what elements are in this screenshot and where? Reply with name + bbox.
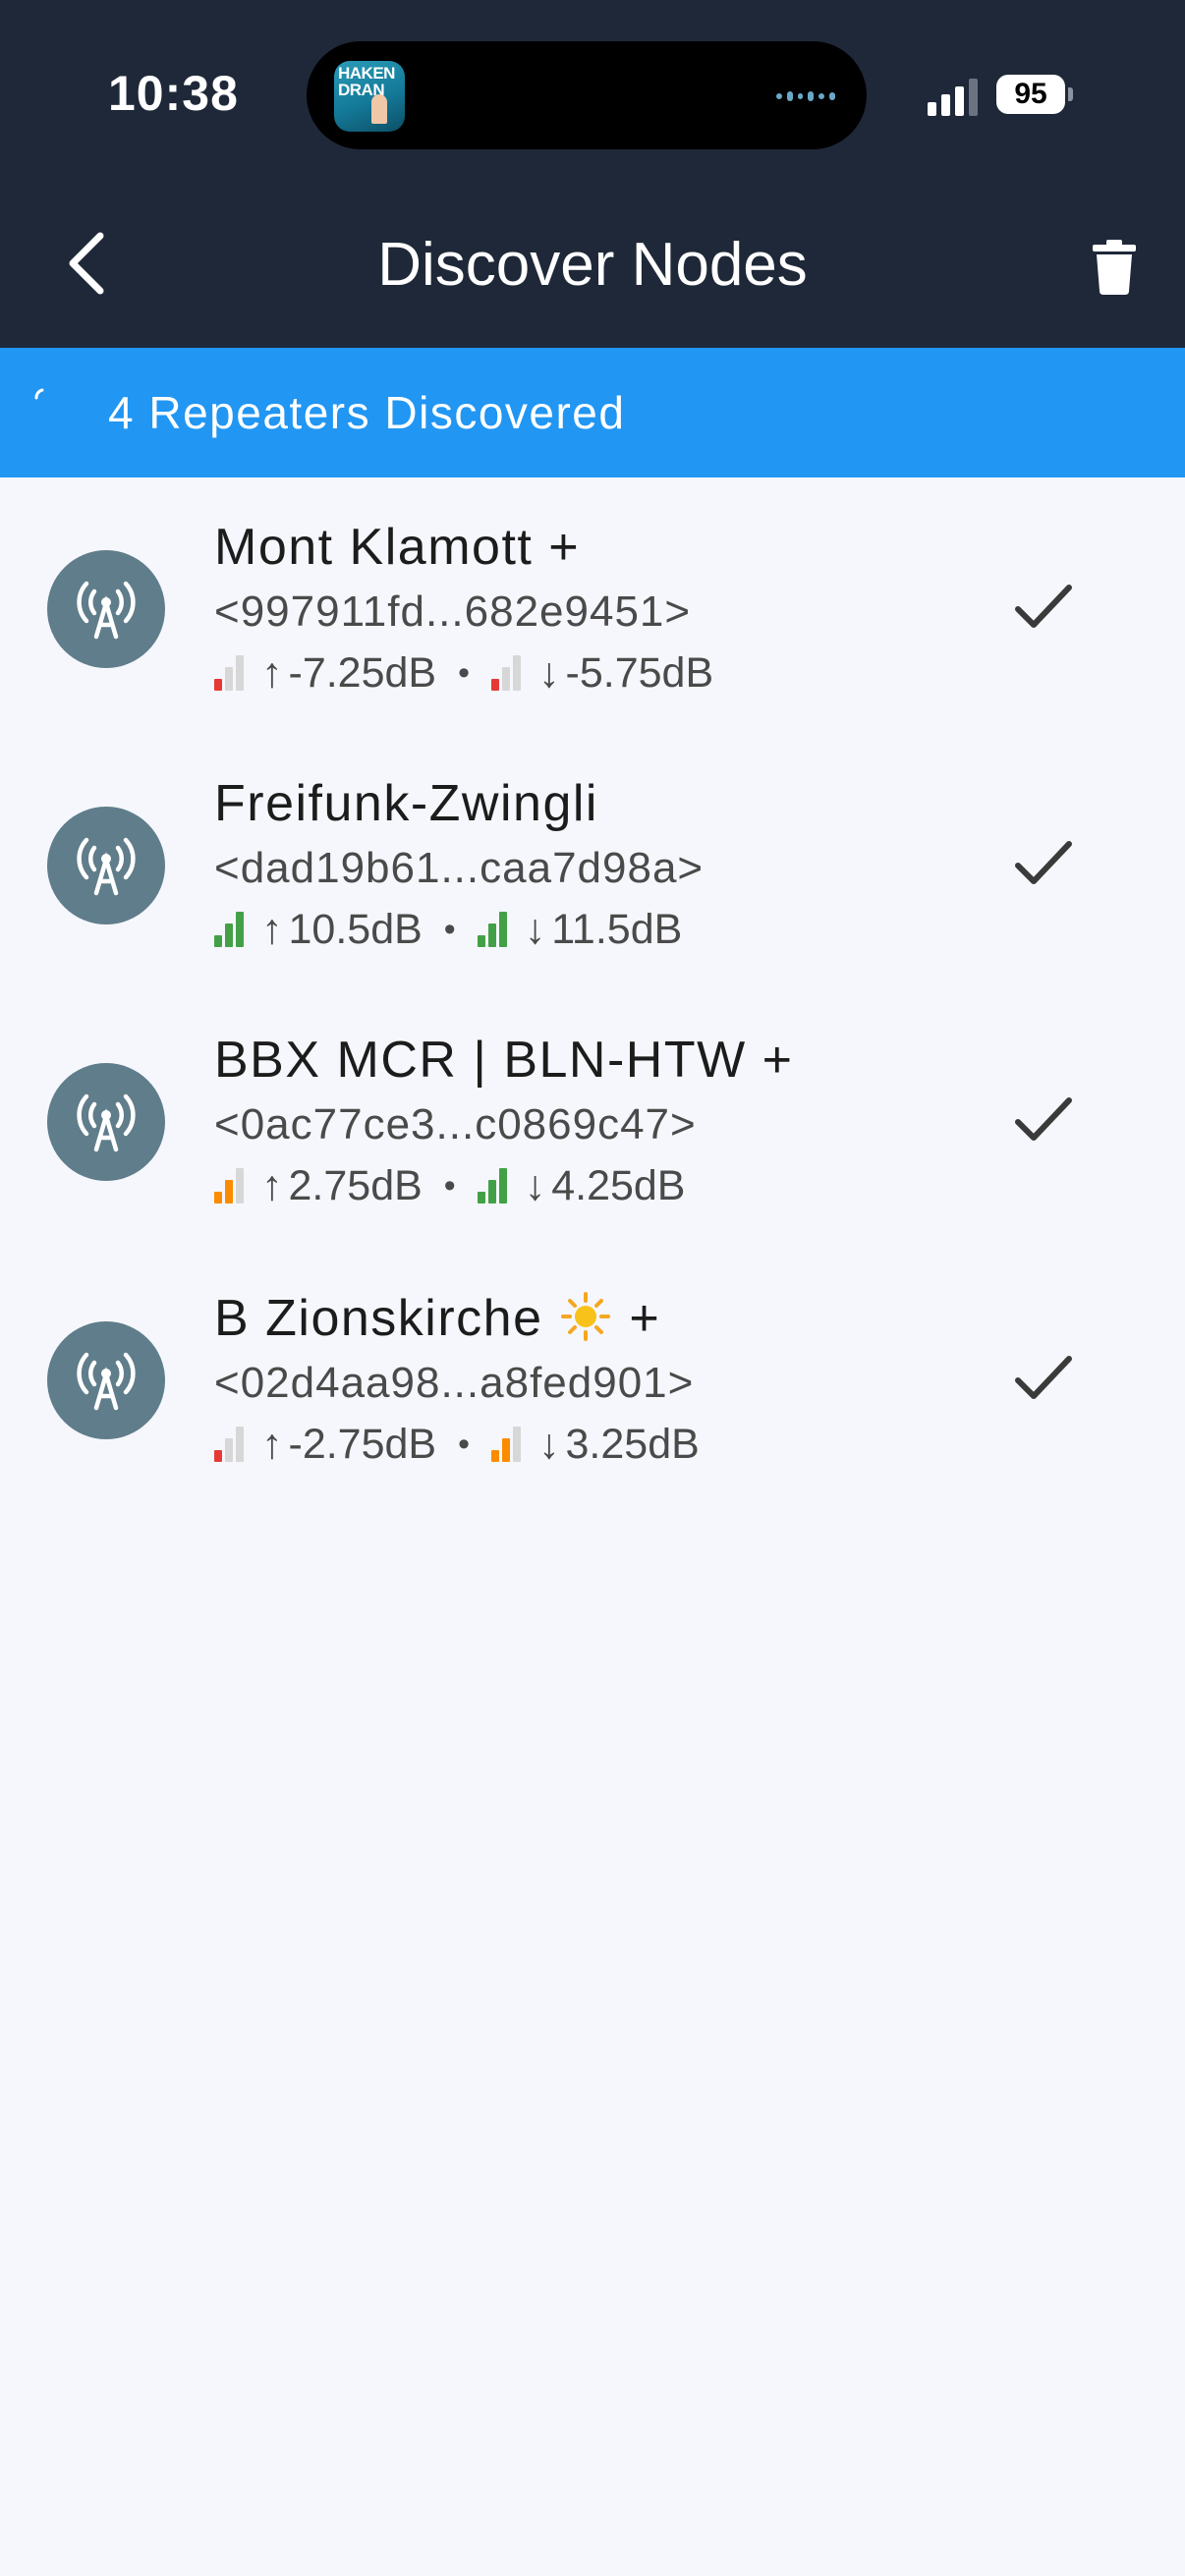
node-name: B Zionskirche + <box>214 1288 660 1349</box>
trash-icon <box>1093 240 1136 295</box>
antenna-icon <box>77 1352 136 1411</box>
dynamic-island[interactable]: HAKEN DRAN <box>307 41 867 149</box>
sun-emoji-icon <box>561 1292 611 1341</box>
repeater-avatar <box>47 807 165 924</box>
down-arrow-icon: ↓ <box>524 906 546 953</box>
audio-waveform-icon <box>776 88 835 104</box>
now-playing-artwork: HAKEN DRAN <box>334 61 405 132</box>
up-arrow-icon: ↑ <box>261 649 283 697</box>
cellular-signal-icon <box>928 77 983 116</box>
signal-metrics: ↑ 2.75dB • ↓ 4.25dB <box>214 1159 686 1212</box>
antenna-icon <box>77 837 136 896</box>
down-arrow-icon: ↓ <box>538 649 560 697</box>
node-name-suffix: + <box>629 1290 661 1347</box>
signal-bars-icon <box>214 655 252 691</box>
checkmark-icon[interactable] <box>1012 1092 1075 1148</box>
node-name: Freifunk-Zwingli <box>214 775 598 832</box>
up-arrow-icon: ↑ <box>261 906 283 953</box>
up-arrow-icon: ↑ <box>261 1162 283 1209</box>
signal-bars-icon <box>214 1168 252 1204</box>
signal-metrics: ↑ -2.75dB • ↓ 3.25dB <box>214 1418 700 1471</box>
signal-bars-icon <box>214 912 252 947</box>
list-item[interactable]: BBX MCR | BLN-HTW + <0ac77ce3...c0869c47… <box>0 1000 1185 1236</box>
upload-snr: 2.75dB <box>288 1162 423 1209</box>
upload-snr: -7.25dB <box>288 649 437 697</box>
list-item[interactable]: B Zionskirche + <02d4aa98...a8fed901> ↑ … <box>0 1259 1185 1494</box>
checkmark-icon[interactable] <box>1012 836 1075 891</box>
repeater-avatar <box>47 1063 165 1181</box>
signal-metrics: ↑ -7.25dB • ↓ -5.75dB <box>214 646 713 700</box>
node-public-key: <997911fd...682e9451> <box>214 588 692 636</box>
signal-bars-icon <box>491 1427 529 1462</box>
loading-spinner-icon <box>34 388 44 400</box>
signal-bars-icon <box>477 1168 515 1204</box>
signal-bars-icon <box>491 655 529 691</box>
separator-dot: • <box>458 654 471 692</box>
up-arrow-icon: ↑ <box>261 1421 283 1468</box>
repeater-avatar <box>47 1321 165 1439</box>
repeater-avatar <box>47 550 165 668</box>
node-name: Mont Klamott + <box>214 519 581 576</box>
battery-nub <box>1068 87 1073 101</box>
list-item[interactable]: Mont Klamott + <997911fd...682e9451> ↑ -… <box>0 487 1185 723</box>
now-playing-art-text: HAKEN DRAN <box>338 64 395 99</box>
down-arrow-icon: ↓ <box>524 1162 546 1209</box>
separator-dot: • <box>443 911 456 948</box>
separator-dot: • <box>458 1426 471 1463</box>
upload-snr: -2.75dB <box>288 1421 437 1468</box>
signal-bars-icon <box>477 912 515 947</box>
download-snr: 3.25dB <box>565 1421 700 1468</box>
node-public-key: <dad19b61...caa7d98a> <box>214 844 705 892</box>
antenna-icon <box>77 581 136 640</box>
status-time: 10:38 <box>108 66 239 121</box>
discovery-count-text: 4 Repeaters Discovered <box>108 387 626 438</box>
page-title: Discover Nodes <box>377 231 808 299</box>
checkmark-icon[interactable] <box>1012 580 1075 635</box>
download-snr: -5.75dB <box>565 649 714 697</box>
down-arrow-icon: ↓ <box>538 1421 560 1468</box>
node-name: BBX MCR | BLN-HTW + <box>214 1032 794 1089</box>
list-item[interactable]: Freifunk-Zwingli <dad19b61...caa7d98a> ↑… <box>0 744 1185 980</box>
download-snr: 4.25dB <box>551 1162 686 1209</box>
battery-indicator: 95 <box>996 75 1065 114</box>
checkmark-icon[interactable] <box>1012 1351 1075 1406</box>
signal-metrics: ↑ 10.5dB • ↓ 11.5dB <box>214 903 682 956</box>
download-snr: 11.5dB <box>551 906 683 953</box>
delete-button[interactable] <box>1085 234 1144 301</box>
antenna-icon <box>77 1093 136 1152</box>
separator-dot: • <box>443 1167 456 1204</box>
upload-snr: 10.5dB <box>288 906 423 953</box>
node-name-text: B Zionskirche <box>214 1290 543 1347</box>
node-public-key: <02d4aa98...a8fed901> <box>214 1359 695 1407</box>
node-public-key: <0ac77ce3...c0869c47> <box>214 1100 697 1148</box>
signal-bars-icon <box>214 1427 252 1462</box>
